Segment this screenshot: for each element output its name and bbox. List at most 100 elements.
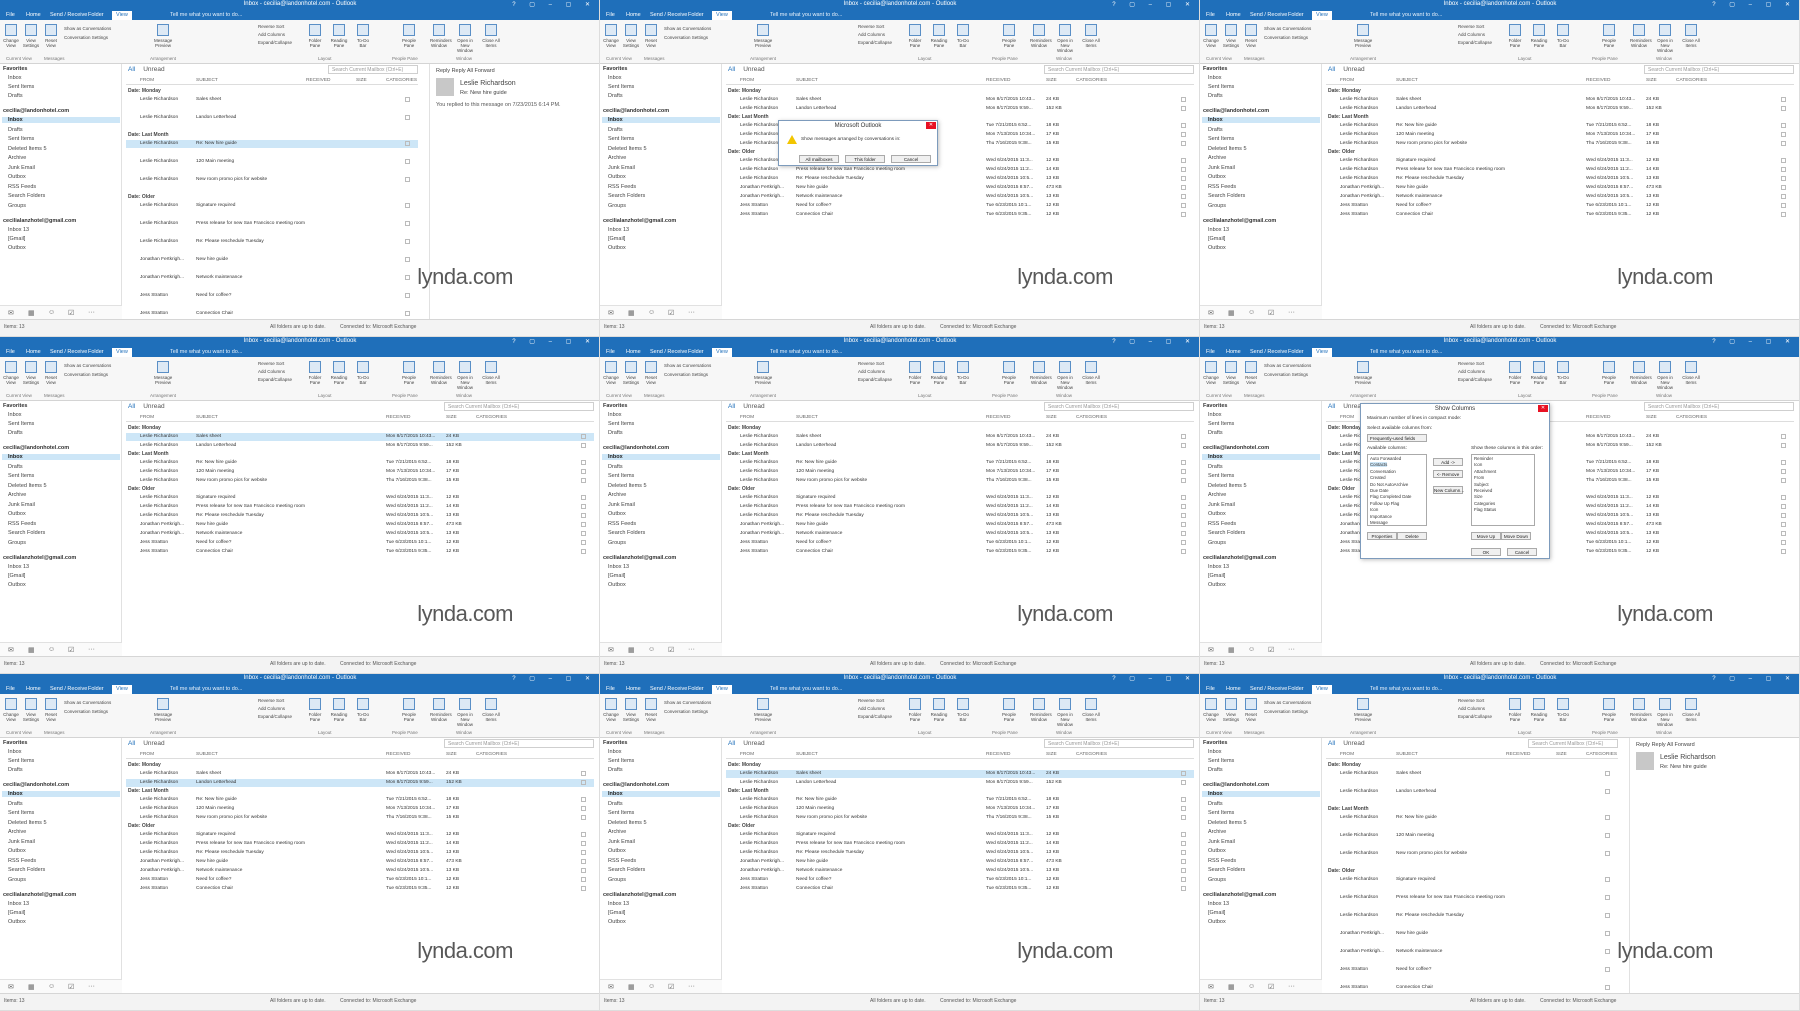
- ribbon-option[interactable]: Conversation Settings: [664, 372, 708, 377]
- tab-file[interactable]: File: [2, 11, 19, 20]
- folder-item[interactable]: Search Folders: [608, 530, 645, 536]
- window-controls[interactable]: ? ▢ – ▢ ✕: [512, 338, 596, 345]
- column-header-from[interactable]: FROM: [1340, 78, 1354, 83]
- tab-folder[interactable]: Folder: [1284, 11, 1308, 20]
- table-row[interactable]: Jonathan Fertkrigh...New hire guideWed 6…: [126, 858, 594, 866]
- tab-folder[interactable]: Folder: [1284, 348, 1308, 357]
- flag-icon[interactable]: [1181, 97, 1186, 102]
- flag-icon[interactable]: [1181, 850, 1186, 855]
- folder-item[interactable]: Deleted Items 5: [1208, 820, 1247, 826]
- mail-icon[interactable]: ✉: [608, 983, 614, 991]
- flag-icon[interactable]: [1181, 531, 1186, 536]
- ribbon-option[interactable]: Show as Conversations: [64, 700, 111, 705]
- table-row[interactable]: Leslie RichardsonSales sheetMon 8/17/201…: [726, 433, 1194, 441]
- ribbon-option[interactable]: Show as Conversations: [64, 26, 111, 31]
- ribbon-button-folder-pane[interactable]: Folder Pane: [1506, 698, 1524, 724]
- account-header[interactable]: cecilia@landonhotel.com: [3, 782, 69, 788]
- list-item[interactable]: Size: [1474, 494, 1483, 499]
- flag-icon[interactable]: [1781, 167, 1786, 172]
- tasks-icon[interactable]: ☑: [668, 983, 674, 991]
- tab-file[interactable]: File: [2, 348, 19, 357]
- table-row[interactable]: Leslie RichardsonNew room promo pics for…: [126, 176, 418, 184]
- table-row[interactable]: Leslie RichardsonPress release for new S…: [726, 503, 1194, 511]
- flag-icon[interactable]: [1181, 185, 1186, 190]
- folder-item[interactable]: Drafts: [1208, 801, 1223, 807]
- more-icon[interactable]: ···: [88, 646, 95, 653]
- flag-icon[interactable]: [1781, 460, 1786, 465]
- account-header[interactable]: cecilia@landonhotel.com: [603, 782, 669, 788]
- flag-icon[interactable]: [1181, 504, 1186, 509]
- group-header[interactable]: Date: Older: [1328, 486, 1355, 492]
- table-row[interactable]: Leslie Richardson120 Main meetingMon 7/1…: [1326, 131, 1794, 139]
- tab-folder[interactable]: Folder: [84, 685, 108, 694]
- column-header-from[interactable]: FROM: [740, 78, 754, 83]
- flag-icon[interactable]: [581, 806, 586, 811]
- folder-item[interactable]: Search Folders: [608, 867, 645, 873]
- table-row[interactable]: Jonathan Fertkrigh...Network maintenance…: [126, 867, 594, 875]
- flag-icon[interactable]: [1181, 797, 1186, 802]
- folder-item[interactable]: Archive: [608, 492, 626, 498]
- favorites-header[interactable]: Favorites: [603, 403, 627, 409]
- folder-item[interactable]: Junk Email: [1208, 502, 1235, 508]
- account-header-gmail[interactable]: cecilialanzhotel@gmail.com: [1203, 555, 1276, 561]
- ribbon-button-message-preview[interactable]: Message Preview: [154, 361, 172, 387]
- folder-item[interactable]: Inbox: [2, 117, 120, 123]
- table-row[interactable]: Leslie Richardson120 Main meetingMon 7/1…: [126, 468, 594, 476]
- ribbon-button-to-do-bar[interactable]: To-Do Bar: [1554, 24, 1572, 50]
- flag-icon[interactable]: [1781, 194, 1786, 199]
- ribbon-button-message-preview[interactable]: Message Preview: [1354, 24, 1372, 50]
- ribbon-option[interactable]: Add Columns: [858, 369, 885, 374]
- ribbon-button-message-preview[interactable]: Message Preview: [1354, 698, 1372, 724]
- gmail-folder-item[interactable]: [Gmail]: [608, 910, 625, 916]
- gmail-folder-item[interactable]: Inbox 13: [8, 901, 29, 907]
- flag-icon[interactable]: [405, 275, 410, 280]
- column-header-subject[interactable]: SUBJECT: [196, 752, 218, 757]
- table-row[interactable]: Jess StrattonConnection ChairTue 6/23/20…: [726, 885, 1194, 893]
- column-header-subject[interactable]: SUBJECT: [196, 78, 218, 83]
- favorites-item[interactable]: Drafts: [1208, 93, 1223, 99]
- flag-icon[interactable]: [1781, 478, 1786, 483]
- ribbon-option[interactable]: Show as Conversations: [664, 363, 711, 368]
- flag-icon[interactable]: [1781, 540, 1786, 545]
- folder-item[interactable]: Junk Email: [8, 839, 35, 845]
- account-header-gmail[interactable]: cecilialanzhotel@gmail.com: [3, 555, 76, 561]
- table-row[interactable]: Jess Stratton Need for coffee?: [126, 292, 418, 300]
- table-row[interactable]: Jonathan Fertkrigh... New hire guide: [126, 256, 418, 264]
- table-row[interactable]: Leslie RichardsonSales sheetMon 8/17/201…: [726, 96, 1194, 104]
- dialog-button-this-folder[interactable]: This folder: [845, 155, 885, 163]
- gmail-folder-item[interactable]: [Gmail]: [1208, 236, 1225, 242]
- ribbon-option[interactable]: Expand/Collapse: [258, 377, 292, 382]
- window-controls[interactable]: ? ▢ – ▢ ✕: [1712, 675, 1796, 682]
- flag-icon[interactable]: [1181, 194, 1186, 199]
- favorites-item[interactable]: Sent Items: [608, 758, 634, 764]
- tab-folder[interactable]: Folder: [684, 685, 708, 694]
- table-row[interactable]: Jess Stratton Need for coffee?: [1326, 966, 1618, 974]
- column-header-from[interactable]: FROM: [1340, 752, 1354, 757]
- ribbon-button-open-in-new-window[interactable]: Open in New Window: [1056, 361, 1074, 390]
- folder-item[interactable]: Inbox: [2, 454, 120, 460]
- ribbon-option[interactable]: Reverse Sort: [258, 24, 284, 29]
- group-header[interactable]: Date: Last Month: [728, 788, 769, 794]
- folder-item[interactable]: Sent Items: [1208, 136, 1234, 142]
- ribbon-button-view-settings[interactable]: View Settings: [22, 24, 40, 50]
- table-row[interactable]: Leslie Richardson Re: New hire guide: [126, 140, 418, 148]
- tasks-icon[interactable]: ☑: [68, 983, 74, 991]
- tab-view[interactable]: View: [112, 11, 132, 20]
- ribbon-button-close-all-items[interactable]: Close All Items: [482, 361, 500, 387]
- ribbon-button-reading-pane[interactable]: Reading Pane: [1530, 24, 1548, 50]
- group-header[interactable]: Date: Monday: [728, 425, 761, 431]
- window-controls[interactable]: ? ▢ – ▢ ✕: [512, 1, 596, 8]
- list-item[interactable]: Conversation: [1370, 469, 1396, 474]
- list-item[interactable]: Subject: [1474, 482, 1489, 487]
- tell-me-box[interactable]: Tell me what you want to do...: [170, 348, 242, 357]
- window-controls[interactable]: ? ▢ – ▢ ✕: [1712, 338, 1796, 345]
- table-row[interactable]: Jess StrattonNeed for coffee?Tue 6/23/20…: [726, 539, 1194, 547]
- favorites-item[interactable]: Drafts: [1208, 430, 1223, 436]
- table-row[interactable]: Leslie RichardsonPress release for new S…: [1326, 166, 1794, 174]
- tab-folder[interactable]: Folder: [684, 348, 708, 357]
- table-row[interactable]: Jess StrattonConnection ChairTue 6/23/20…: [726, 548, 1194, 556]
- folder-item[interactable]: Drafts: [608, 801, 623, 807]
- ribbon-button-to-do-bar[interactable]: To-Do Bar: [1554, 361, 1572, 387]
- favorites-item[interactable]: Inbox: [8, 412, 21, 418]
- filter-all[interactable]: All: [1328, 66, 1335, 73]
